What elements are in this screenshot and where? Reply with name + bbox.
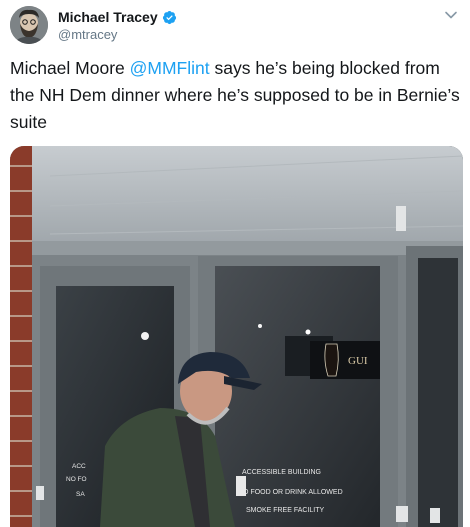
tweet-text-start: Michael Moore [10,58,130,78]
left-sign-line-2: NO FO [66,476,87,483]
tweet-card: Michael Tracey @mtracey Michael Moore @M… [0,0,470,527]
right-sign-line-1: ACCESSIBLE BUILDING [242,469,321,476]
author-handle[interactable]: @mtracey [58,27,117,42]
bearded-man-avatar-icon [10,6,48,44]
photo-scene: GUI ACC NO FO SA ACCESSIBLE BUILDING NO … [10,146,463,527]
left-sign-line-1: ACC [72,463,86,470]
author-avatar[interactable] [10,6,48,44]
left-sign-line-3: SA [76,491,85,498]
tweet-photo[interactable]: GUI ACC NO FO SA ACCESSIBLE BUILDING NO … [10,146,463,527]
ad-text: GUI [348,355,368,367]
author-display-name[interactable]: Michael Tracey [58,9,158,25]
mention-link[interactable]: @MMFlint [130,58,210,78]
right-sign-line-3: SMOKE FREE FACILITY [246,507,325,514]
verified-badge-icon [162,10,176,24]
chevron-down-icon[interactable] [444,8,458,22]
tweet-text: Michael Moore @MMFlint says he’s being b… [10,55,465,136]
right-sign-line-2: NO FOOD OR DRINK ALLOWED [238,489,343,496]
author-name-row: Michael Tracey [58,9,177,25]
